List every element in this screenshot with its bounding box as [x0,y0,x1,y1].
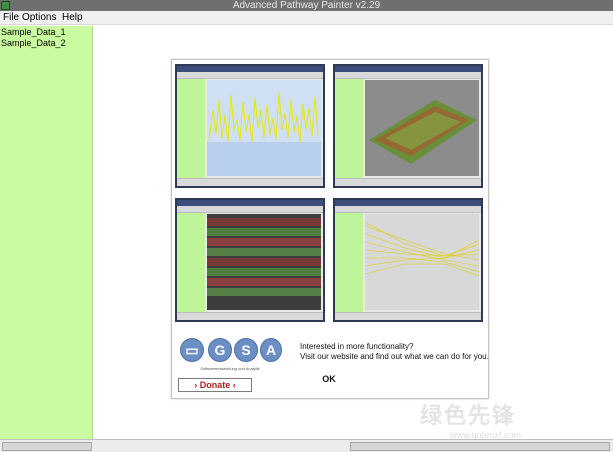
promo-message-line-2: Visit our website and find out what we c… [300,352,489,361]
status-segment-2 [350,442,610,451]
sidebar-item-sample-data-1[interactable]: Sample_Data_1 [1,27,66,37]
donate-button[interactable]: › Donate ‹ [178,378,252,392]
menu-file[interactable]: File [1,11,21,25]
site-watermark: 绿色先锋 [420,403,517,428]
logo-letter-s: S [234,338,258,362]
promo-message: Interested in more functionality? Visit … [300,342,489,362]
screenshot-thumbnail-3d-surface [333,64,483,188]
logo-monitor-icon: ▭ [180,338,204,362]
data-sidebar: Sample_Data_1 Sample_Data_2 [0,26,93,439]
screenshot-thumbnail-line-chart [175,64,325,188]
line-chart-preview [207,80,321,176]
logo-letter-g: G [208,338,232,362]
screenshot-thumbnail-parallel-lines [333,198,483,322]
about-dialog: ▭ G S A Softwareentwicklung und Analytik… [171,59,489,399]
app-icon [1,1,10,10]
window-title: Advanced Pathway Painter v2.29 [232,0,381,11]
menu-help[interactable]: Help [60,11,85,25]
logo-letter-a: A [260,338,282,362]
donate-arrow-left-icon: › [194,380,198,390]
ok-button[interactable]: OK [318,373,340,385]
menu-options[interactable]: Options [20,11,58,25]
promo-message-line-1: Interested in more functionality? [300,342,414,351]
menu-bar: File Options Help [0,11,613,25]
surface-plot-preview [365,80,479,176]
screenshot-thumbnail-heatmap [175,198,325,322]
parallel-lines-preview [365,214,479,310]
donate-arrow-right-icon: ‹ [232,380,236,390]
heatmap-preview [207,214,321,310]
sidebar-item-sample-data-2[interactable]: Sample_Data_2 [1,38,66,48]
status-bar [0,439,613,452]
title-bar: Advanced Pathway Painter v2.29 [0,0,613,11]
status-segment-1 [2,442,92,451]
donate-label: Donate [199,380,231,390]
gsa-logo: ▭ G S A Softwareentwicklung und Analytik [178,336,282,384]
logo-subtitle: Softwareentwicklung und Analytik [200,366,260,371]
